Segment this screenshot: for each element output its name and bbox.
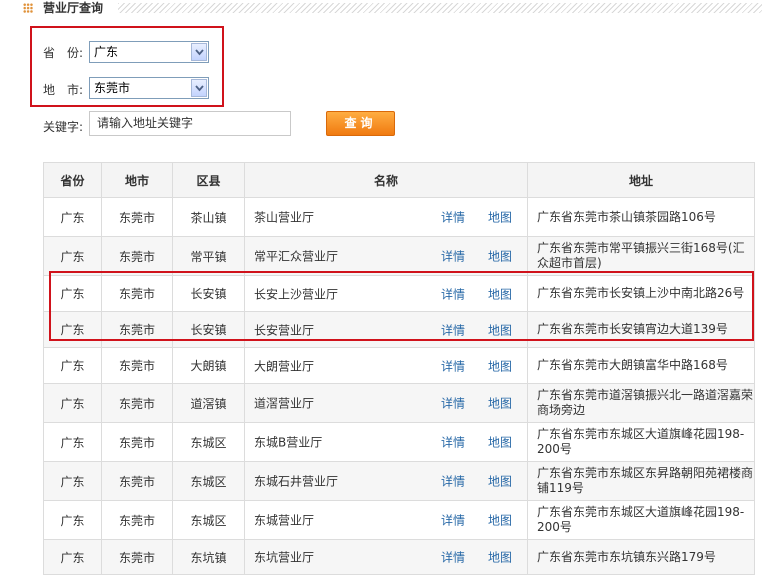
highlight-box-rows [49, 271, 754, 341]
hall-name: 东坑营业厅 [254, 550, 315, 565]
page-title: 营业厅查询 [43, 1, 104, 15]
cell-address: 广东省东莞市茶山镇茶园路106号 [527, 197, 755, 237]
hall-name: 道滘营业厅 [254, 396, 315, 411]
cell-city: 东莞市 [101, 461, 173, 501]
cell-city: 东莞市 [101, 197, 173, 237]
cell-name: 东城营业厅 详情 地图 [244, 500, 528, 540]
hall-name: 东城营业厅 [254, 513, 315, 528]
cell-province: 广东 [43, 197, 102, 237]
cell-province: 广东 [43, 236, 102, 276]
cell-address: 广东省东莞市道滘镇振兴北一路道滘嘉荣商场旁边 [527, 383, 755, 423]
cell-name: 东城B营业厅 详情 地图 [244, 422, 528, 462]
province-select-value: 广东 [94, 45, 119, 59]
cell-name: 道滘营业厅 详情 地图 [244, 383, 528, 423]
cell-address: 广东省东莞市常平镇振兴三街168号(汇众超市首层) [527, 236, 755, 276]
cell-address: 广东省东莞市大朗镇富华中路168号 [527, 347, 755, 384]
detail-link[interactable]: 详情 [441, 357, 465, 374]
cell-province: 广东 [43, 539, 102, 575]
city-select-value: 东莞市 [94, 81, 131, 95]
header-divider [118, 3, 762, 13]
keyword-input[interactable] [97, 113, 277, 133]
map-link[interactable]: 地图 [488, 248, 512, 265]
chevron-down-icon[interactable] [191, 43, 207, 61]
cell-district: 道滘镇 [172, 383, 245, 423]
col-header-name: 名称 [244, 162, 528, 198]
cell-province: 广东 [43, 347, 102, 384]
table-row: 广东 东莞市 大朗镇 大朗营业厅 详情 地图 广东省东莞市大朗镇富华中路168号 [43, 347, 755, 384]
cell-name: 常平汇众营业厅 详情 地图 [244, 236, 528, 276]
cell-name: 东城石井营业厅 详情 地图 [244, 461, 528, 501]
col-header-district: 区县 [172, 162, 245, 198]
hall-name: 东城石井营业厅 [254, 474, 339, 489]
city-select[interactable]: 东莞市 [89, 77, 209, 99]
cell-address: 广东省东莞市东城区东昇路朝阳苑裙楼商铺119号 [527, 461, 755, 501]
col-header-address: 地址 [527, 162, 755, 198]
cell-province: 广东 [43, 422, 102, 462]
col-header-city: 地市 [101, 162, 173, 198]
map-link[interactable]: 地图 [488, 473, 512, 490]
cell-district: 东城区 [172, 500, 245, 540]
hall-name: 东城B营业厅 [254, 435, 323, 450]
query-button[interactable]: 查询 [326, 111, 395, 136]
table-row: 广东 东莞市 东城区 东城营业厅 详情 地图 广东省东莞市东城区大道旗峰花园198-200号 [43, 500, 755, 540]
cell-province: 广东 [43, 500, 102, 540]
cell-address: 广东省东莞市东坑镇东兴路179号 [527, 539, 755, 575]
cell-district: 大朗镇 [172, 347, 245, 384]
hall-name: 大朗营业厅 [254, 359, 315, 373]
cell-name: 茶山营业厅 详情 地图 [244, 197, 528, 237]
detail-link[interactable]: 详情 [441, 209, 465, 226]
hall-name: 茶山营业厅 [254, 210, 315, 225]
cell-province: 广东 [43, 461, 102, 501]
detail-link[interactable]: 详情 [441, 248, 465, 265]
chevron-down-icon[interactable] [191, 79, 207, 97]
table-row: 广东 东莞市 东坑镇 东坑营业厅 详情 地图 广东省东莞市东坑镇东兴路179号 [43, 539, 755, 575]
table-row: 广东 东莞市 茶山镇 茶山营业厅 详情 地图 广东省东莞市茶山镇茶园路106号 [43, 197, 755, 237]
detail-link[interactable]: 详情 [441, 549, 465, 566]
cell-address: 广东省东莞市东城区大道旗峰花园198-200号 [527, 500, 755, 540]
cell-district: 东城区 [172, 422, 245, 462]
detail-link[interactable]: 详情 [441, 512, 465, 529]
keyword-field[interactable] [89, 111, 291, 136]
map-link[interactable]: 地图 [488, 434, 512, 451]
province-select[interactable]: 广东 [89, 41, 209, 63]
detail-link[interactable]: 详情 [441, 473, 465, 490]
table-row: 广东 东莞市 常平镇 常平汇众营业厅 详情 地图 广东省东莞市常平镇振兴三街168号(汇众超… [43, 236, 755, 276]
cell-city: 东莞市 [101, 383, 173, 423]
cell-district: 东坑镇 [172, 539, 245, 575]
table-row: 广东 东莞市 道滘镇 道滘营业厅 详情 地图 广东省东莞市道滘镇振兴北一路道滘嘉荣商场旁边 [43, 383, 755, 423]
dotted-grid-icon [23, 3, 33, 13]
table-row: 广东 东莞市 东城区 东城石井营业厅 详情 地图 广东省东莞市东城区东昇路朝阳苑裙楼商铺11… [43, 461, 755, 501]
section-header: 营业厅查询 [0, 0, 762, 16]
map-link[interactable]: 地图 [488, 512, 512, 529]
cell-name: 东坑营业厅 详情 地图 [244, 539, 528, 575]
table-row: 广东 东莞市 东城区 东城B营业厅 详情 地图 广东省东莞市东城区大道旗峰花园198-200… [43, 422, 755, 462]
results-table: 省份 地市 区县 名称 地址 广东 东莞市 茶山镇 茶山营业厅 详情 地图 广东省东莞市茶山… [43, 162, 755, 575]
province-label: 省 份: [43, 46, 84, 60]
cell-province: 广东 [43, 383, 102, 423]
cell-district: 常平镇 [172, 236, 245, 276]
cell-name: 大朗营业厅 详情 地图 [244, 347, 528, 384]
cell-city: 东莞市 [101, 236, 173, 276]
map-link[interactable]: 地图 [488, 395, 512, 412]
map-link[interactable]: 地图 [488, 357, 512, 374]
detail-link[interactable]: 详情 [441, 395, 465, 412]
col-header-province: 省份 [43, 162, 102, 198]
cell-district: 东城区 [172, 461, 245, 501]
cell-district: 茶山镇 [172, 197, 245, 237]
hall-name: 常平汇众营业厅 [254, 249, 339, 264]
keyword-label: 关键字: [43, 120, 84, 134]
table-header-row: 省份 地市 区县 名称 地址 [43, 162, 755, 198]
city-label: 地 市: [43, 83, 84, 97]
cell-city: 东莞市 [101, 422, 173, 462]
cell-city: 东莞市 [101, 347, 173, 384]
detail-link[interactable]: 详情 [441, 434, 465, 451]
map-link[interactable]: 地图 [488, 209, 512, 226]
cell-city: 东莞市 [101, 500, 173, 540]
cell-city: 东莞市 [101, 539, 173, 575]
cell-address: 广东省东莞市东城区大道旗峰花园198-200号 [527, 422, 755, 462]
map-link[interactable]: 地图 [488, 549, 512, 566]
